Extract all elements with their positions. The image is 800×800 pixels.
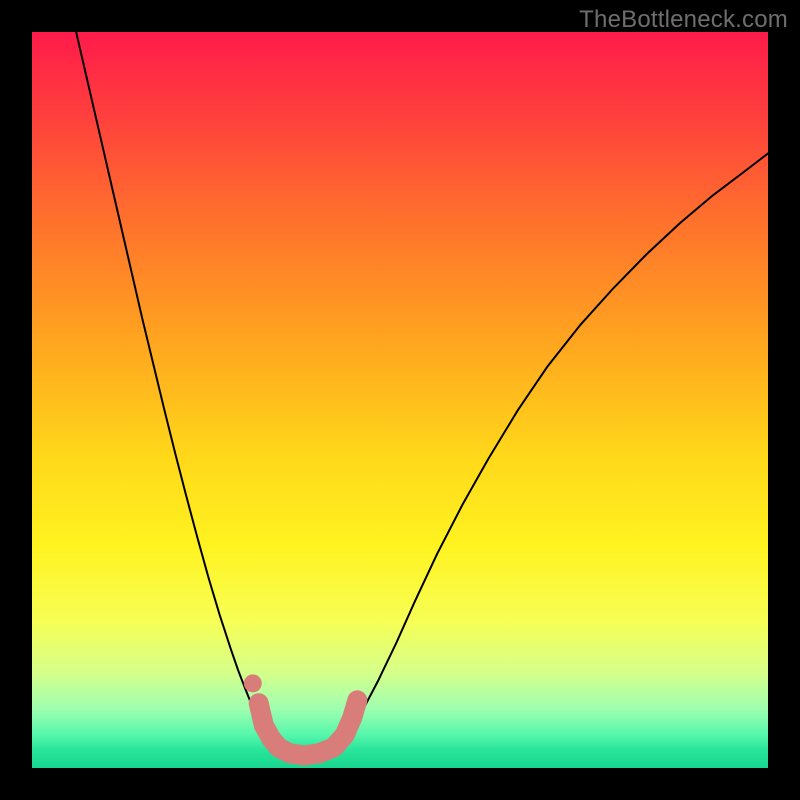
watermark-text: TheBottleneck.com [579,6,788,34]
gradient-background [32,32,768,768]
valley-dot-marker [244,674,262,692]
chart-frame: TheBottleneck.com [0,0,800,800]
bottleneck-chart [32,32,768,768]
